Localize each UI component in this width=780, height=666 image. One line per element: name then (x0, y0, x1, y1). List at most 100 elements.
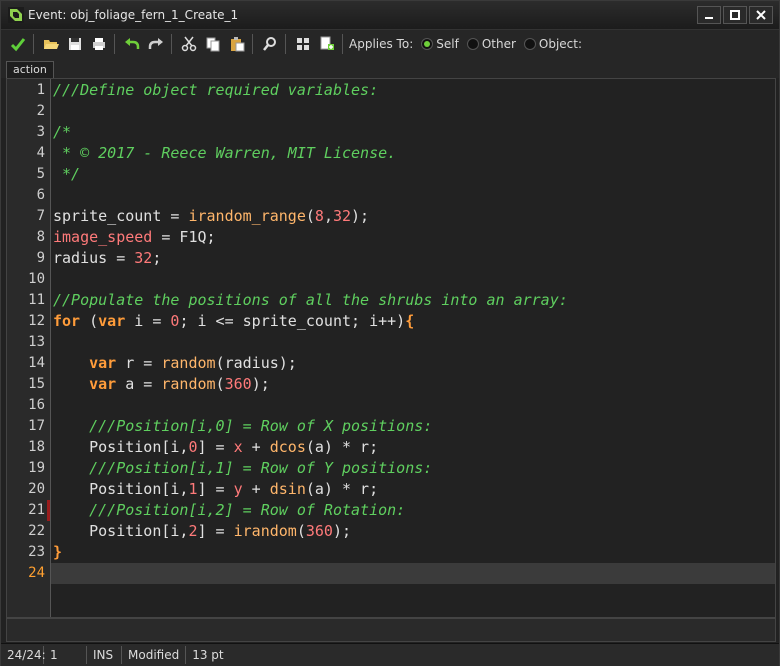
number-token: 0 (188, 438, 198, 456)
applies-to-other-radio[interactable]: Other (466, 37, 516, 51)
code-line[interactable]: 4 * © 2017 - Reece Warren, MIT License. (37, 143, 775, 164)
function-token: dcos (269, 438, 306, 456)
save-disk-icon (69, 38, 81, 50)
code-token: r = (116, 354, 162, 372)
code-text: ///Position[i,2] = Row of Rotation: (51, 501, 405, 519)
function-token: random (161, 354, 216, 372)
code-line[interactable]: 3 /* (37, 122, 775, 143)
code-line[interactable]: 24 (28, 563, 775, 584)
code-token: ); (351, 207, 370, 225)
title-bar[interactable]: Event: obj_foliage_fern_1_Create_1 (1, 1, 779, 29)
close-button[interactable] (749, 6, 773, 24)
applies-to-label: Applies To: (349, 37, 414, 51)
redo-button[interactable] (145, 33, 167, 55)
grid-button[interactable] (292, 33, 314, 55)
code-editor-window: Event: obj_foliage_fern_1_Create_1 Appli… (0, 0, 780, 666)
code-token: ( (215, 375, 225, 393)
keyword-token: var (89, 354, 117, 372)
undo-button[interactable] (121, 33, 143, 55)
code-line[interactable]: 18 Position[i,0] = x + dcos(a) * r; (28, 437, 775, 458)
maximize-button[interactable] (723, 6, 747, 24)
add-code-button[interactable] (316, 33, 338, 55)
ok-checkmark-button[interactable] (7, 33, 29, 55)
undo-icon (125, 38, 140, 49)
horizontal-scrollbar[interactable] (6, 618, 776, 642)
save-button[interactable] (64, 33, 86, 55)
column-indicator: 1 (44, 646, 87, 664)
code-area[interactable]: 1///Define object required variables: 2 3/… (28, 80, 775, 584)
code-line[interactable]: 10 (28, 269, 775, 290)
line-number: 21 (28, 502, 45, 518)
line-number: 7 (36, 208, 45, 224)
code-token: i = (125, 312, 171, 330)
radio-indicator (523, 38, 536, 50)
open-button[interactable] (40, 33, 62, 55)
code-line[interactable]: 22 Position[i,2] = irandom(360); (28, 521, 775, 542)
code-line[interactable]: 2 (37, 101, 775, 122)
code-line[interactable]: 17 ///Position[i,0] = Row of X positions… (28, 416, 775, 437)
code-line[interactable]: 7 sprite_count = irandom_range(8,32); (37, 206, 775, 227)
code-text: var r = random(radius); (51, 354, 297, 372)
find-button[interactable] (259, 33, 281, 55)
minimize-button[interactable] (697, 6, 721, 24)
code-line[interactable]: 9 radius = 32; (37, 248, 775, 269)
code-line[interactable]: 12 for (var i = 0; i <= sprite_count; i++… (28, 311, 775, 332)
builtin-variable-token: x (233, 438, 243, 456)
radio-indicator (466, 38, 479, 50)
copy-button[interactable] (202, 33, 224, 55)
applies-to-object-radio[interactable]: Object: (523, 37, 582, 51)
tab-action[interactable]: action (6, 61, 54, 78)
gamemaker-logo-icon (8, 7, 24, 23)
radio-selected-indicator (421, 38, 434, 50)
code-line[interactable]: 19 ///Position[i,1] = Row of Y positions… (28, 458, 775, 479)
line-number: 2 (36, 103, 45, 119)
line-number: 6 (36, 187, 45, 203)
code-line[interactable]: 23} (28, 542, 775, 563)
line-number: 14 (28, 355, 45, 371)
line-number: 10 (28, 271, 45, 287)
code-token: + (242, 438, 270, 456)
number-token: 360 (224, 375, 252, 393)
code-editor[interactable]: 1///Define object required variables: 2 3/… (6, 78, 776, 618)
print-button[interactable] (88, 33, 110, 55)
line-number: 20 (28, 481, 45, 497)
code-line[interactable]: 1 ///Define object required variables: (37, 80, 775, 101)
applies-to-self-radio[interactable]: Self (421, 37, 459, 51)
code-line[interactable]: 5 */ (37, 164, 775, 185)
comment-token: ///Position[i,2] = Row of Rotation: (89, 501, 406, 519)
number-token: 2 (188, 522, 198, 540)
code-text: Position[i,2] = irandom(360); (51, 522, 351, 540)
insert-mode-indicator: INS (87, 646, 122, 664)
code-line[interactable]: 13 (28, 332, 775, 353)
code-line[interactable]: 16 (28, 395, 775, 416)
code-token: Position[i, (53, 480, 189, 498)
folder-open-icon (44, 40, 59, 49)
number-token: 360 (305, 522, 333, 540)
code-token: ; (152, 249, 162, 267)
paste-button[interactable] (226, 33, 248, 55)
code-line[interactable]: 14 var r = random(radius); (28, 353, 775, 374)
code-text: var a = random(360); (51, 375, 270, 393)
line-number: 11 (28, 292, 45, 308)
minimize-icon (705, 17, 713, 19)
code-line[interactable]: 15 var a = random(360); (28, 374, 775, 395)
line-number: 12 (28, 313, 45, 329)
code-token: (radius); (215, 354, 297, 372)
code-token: ; i <= sprite_count; i++) (179, 312, 406, 330)
cut-button[interactable] (178, 33, 200, 55)
code-line[interactable]: 11 //Populate the positions of all the sh… (28, 290, 775, 311)
code-line[interactable]: 6 (37, 185, 775, 206)
function-token: dsin (269, 480, 306, 498)
code-line[interactable]: 20 Position[i,1] = y + dsin(a) * r; (28, 479, 775, 500)
code-text: ///Define object required variables: (51, 81, 378, 99)
code-line[interactable]: 21 ///Position[i,2] = Row of Rotation: (28, 500, 775, 521)
code-line[interactable]: 8 image_speed = F1Q; (37, 227, 775, 248)
toolbar-separator (33, 34, 34, 54)
